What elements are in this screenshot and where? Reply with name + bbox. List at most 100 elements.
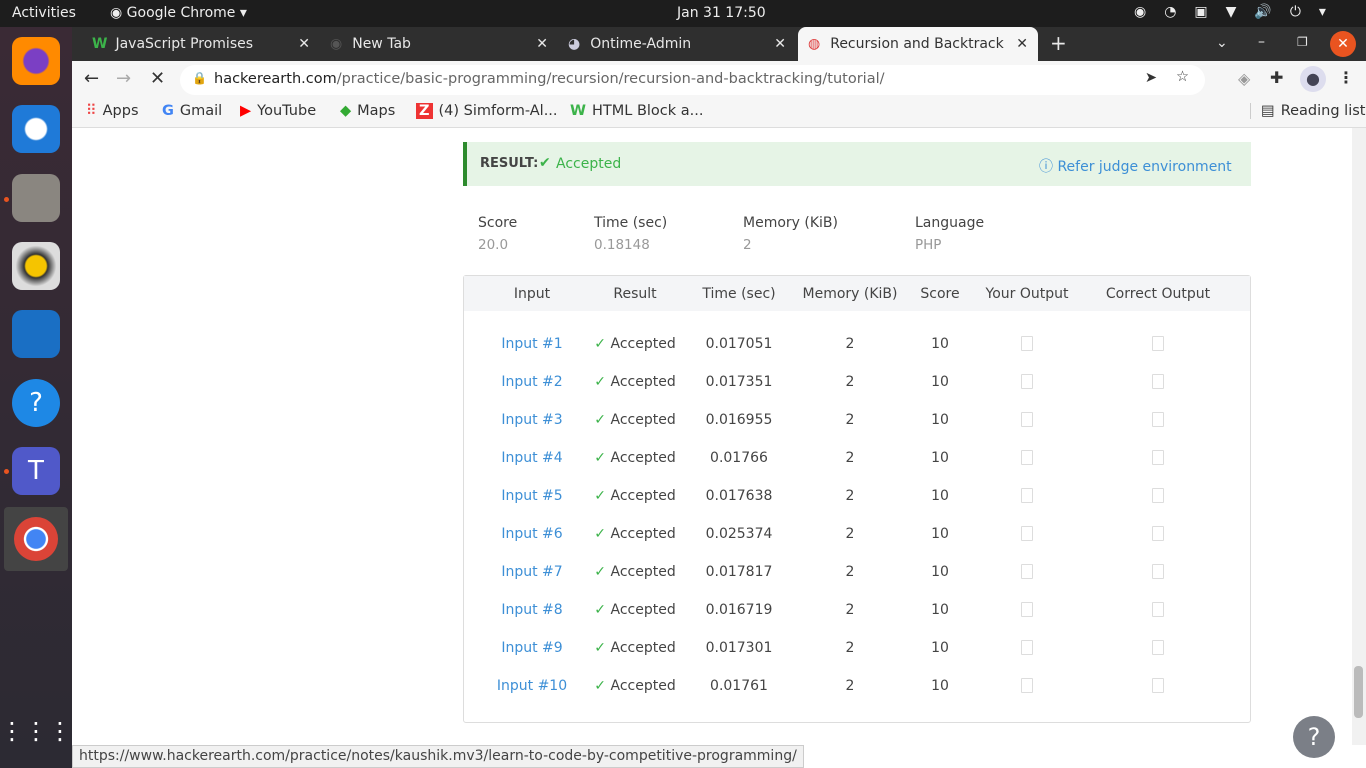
column-header: Input: [513, 286, 551, 302]
input-link[interactable]: Input #4: [501, 450, 562, 466]
column-header: Score: [920, 286, 960, 302]
address-bar[interactable]: 🔒 hackerearth.com/practice/basic-program…: [180, 65, 1205, 95]
summary-header: Language: [915, 215, 985, 231]
minimize-button[interactable]: –: [1258, 34, 1265, 50]
your-output-file-icon[interactable]: [1021, 374, 1033, 393]
column-header: Correct Output: [1105, 286, 1211, 302]
your-output-file-icon[interactable]: [1021, 412, 1033, 431]
result-cell: ✓ Accepted: [594, 450, 675, 466]
input-link[interactable]: Input #10: [497, 678, 567, 694]
result-text: Accepted: [610, 640, 676, 656]
new-tab-button[interactable]: +: [1050, 31, 1067, 55]
maps-icon: ◆: [340, 103, 352, 119]
correct-output-file-icon[interactable]: [1152, 374, 1164, 393]
help-button[interactable]: ?: [1293, 716, 1335, 758]
clock[interactable]: Jan 31 17:50: [677, 5, 766, 21]
bookmark-youtube[interactable]: ▶ YouTube: [240, 103, 316, 119]
your-output-file-icon[interactable]: [1021, 602, 1033, 621]
app-menu[interactable]: ◉ Google Chrome ▾: [110, 5, 247, 21]
your-output-file-icon[interactable]: [1021, 678, 1033, 697]
your-output-file-icon[interactable]: [1021, 488, 1033, 507]
input-link[interactable]: Input #1: [501, 336, 562, 352]
input-link[interactable]: Input #6: [501, 526, 562, 542]
your-output-file-icon[interactable]: [1021, 526, 1033, 545]
tab-javascript-promises[interactable]: W JavaScript Promises ✕: [82, 27, 320, 61]
close-tab-icon[interactable]: ✕: [774, 36, 786, 52]
bookmark-star-icon[interactable]: ☆: [1176, 69, 1189, 85]
your-output-file-icon[interactable]: [1021, 564, 1033, 583]
result-cell: ✓ Accepted: [594, 640, 675, 656]
your-output-file-icon[interactable]: [1021, 640, 1033, 659]
firefox-icon[interactable]: [12, 37, 60, 85]
refer-judge-link[interactable]: ⓘ Refer judge environment: [1039, 156, 1232, 176]
bookmark-html-block[interactable]: W HTML Block a...: [570, 103, 704, 119]
activities-button[interactable]: Activities: [12, 5, 76, 21]
tab-recursion[interactable]: ◍ Recursion and Backtracking ✕: [798, 27, 1038, 61]
writer-icon[interactable]: [12, 310, 60, 358]
your-output-file-icon[interactable]: [1021, 450, 1033, 469]
correct-output-file-icon[interactable]: [1152, 412, 1164, 431]
correct-output-file-icon[interactable]: [1152, 488, 1164, 507]
close-tab-icon[interactable]: ✕: [1016, 36, 1028, 52]
result-label: RESULT:: [480, 156, 539, 171]
input-link[interactable]: Input #7: [501, 564, 562, 580]
result-cell: ✓ Accepted: [594, 678, 675, 694]
table-row: Input #9 ✓ Accepted 0.017301 2 10: [464, 640, 1250, 664]
tab-search-icon[interactable]: ⌄: [1216, 35, 1228, 51]
correct-output-file-icon[interactable]: [1152, 450, 1164, 469]
extensions-puzzle-icon[interactable]: ✚: [1270, 68, 1283, 87]
chrome-dock-icon[interactable]: [4, 507, 68, 571]
rhythmbox-icon[interactable]: [12, 242, 60, 290]
stop-button[interactable]: ✕: [150, 68, 165, 89]
bookmark-simform[interactable]: Z (4) Simform-Al...: [416, 103, 558, 119]
close-window-button[interactable]: ✕: [1330, 31, 1356, 57]
bookmark-label: HTML Block a...: [592, 103, 704, 119]
profile-avatar[interactable]: ●: [1300, 66, 1326, 92]
help-icon[interactable]: ?: [12, 379, 60, 427]
tab-strip: W JavaScript Promises ✕ ◉ New Tab ✕ ◕ Ontime-…: [72, 27, 1366, 61]
input-link[interactable]: Input #3: [501, 412, 562, 428]
column-header: Your Output: [985, 286, 1069, 302]
tab-new-tab[interactable]: ◉ New Tab ✕: [320, 27, 558, 61]
column-header: Result: [613, 286, 657, 302]
correct-output-file-icon[interactable]: [1152, 602, 1164, 621]
reading-list-button[interactable]: ▤ Reading list: [1250, 103, 1365, 119]
memory-cell: 2: [845, 678, 855, 694]
show-apps-icon[interactable]: ⋮⋮⋮: [0, 707, 72, 755]
correct-output-file-icon[interactable]: [1152, 640, 1164, 659]
input-link[interactable]: Input #2: [501, 374, 562, 390]
extension-icon[interactable]: ◈: [1238, 69, 1250, 88]
correct-output-file-icon[interactable]: [1152, 336, 1164, 355]
correct-output-file-icon[interactable]: [1152, 564, 1164, 583]
bookmark-apps[interactable]: ⠿ Apps: [86, 103, 139, 119]
input-link[interactable]: Input #5: [501, 488, 562, 504]
forward-button[interactable]: →: [116, 68, 131, 89]
your-output-file-icon[interactable]: [1021, 336, 1033, 355]
thunderbird-icon[interactable]: [12, 105, 60, 153]
youtube-icon: ▶: [240, 103, 252, 119]
result-cell: ✓ Accepted: [594, 564, 675, 580]
zoho-icon: Z: [416, 103, 433, 119]
summary-memory: 2: [743, 237, 752, 253]
menu-icon[interactable]: ⋮: [1338, 68, 1354, 87]
scrollbar[interactable]: [1352, 128, 1366, 745]
correct-output-file-icon[interactable]: [1152, 526, 1164, 545]
input-link[interactable]: Input #8: [501, 602, 562, 618]
input-link[interactable]: Input #9: [501, 640, 562, 656]
back-button[interactable]: ←: [84, 68, 99, 89]
scrollbar-thumb[interactable]: [1354, 666, 1363, 718]
result-cell: ✓ Accepted: [594, 526, 675, 542]
close-tab-icon[interactable]: ✕: [298, 36, 310, 52]
close-tab-icon[interactable]: ✕: [536, 36, 548, 52]
summary-header: Time (sec): [594, 215, 668, 231]
summary-time: 0.18148: [594, 237, 650, 253]
bookmark-gmail[interactable]: G Gmail: [162, 103, 222, 119]
correct-output-file-icon[interactable]: [1152, 678, 1164, 697]
files-icon[interactable]: [12, 174, 60, 222]
teams-icon[interactable]: T: [12, 447, 60, 495]
tab-ontime-admin[interactable]: ◕ Ontime-Admin ✕: [558, 27, 796, 61]
send-tab-icon[interactable]: ➤: [1145, 70, 1157, 86]
tray-icons[interactable]: ◉◔▣▼🔊⏻▾: [1134, 4, 1344, 20]
bookmark-maps[interactable]: ◆ Maps: [340, 103, 395, 119]
restore-button[interactable]: ❐: [1297, 35, 1308, 49]
